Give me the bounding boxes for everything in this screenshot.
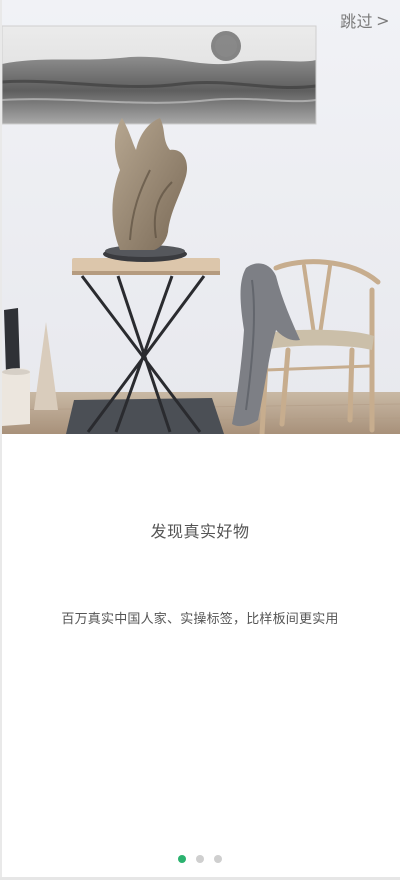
onboarding-screen: 跳过 > 发现真实好物 百万真实中国人家、实操标签，比样板间更实用 [0,0,400,880]
page-indicator-dot[interactable] [196,855,204,863]
page-indicator-dot[interactable] [214,855,222,863]
onboarding-subtitle: 百万真实中国人家、实操标签，比样板间更实用 [61,612,339,627]
left-edge-divider [0,0,2,880]
hero-image: 跳过 > [0,0,400,434]
page-indicator-dot[interactable] [178,855,186,863]
onboarding-title: 发现真实好物 [150,522,250,541]
skip-label: 跳过 [340,12,374,31]
page-indicator [0,855,400,863]
chevron-right-icon: > [376,10,390,30]
skip-button[interactable]: 跳过 > [338,6,392,34]
